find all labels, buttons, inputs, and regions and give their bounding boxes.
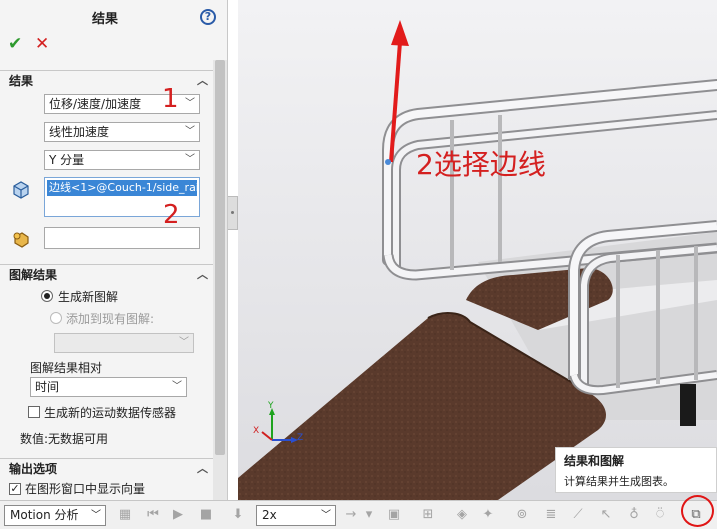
step-2-field-annotation: 2 [163, 200, 180, 230]
results-section-header[interactable]: 结果 ︿ [0, 70, 214, 90]
new-sensor-label: 生成新的运动数据传感器 [44, 406, 177, 420]
chevron-down-icon: ﹀ [185, 126, 195, 137]
chevron-down-icon: ﹀ [321, 510, 331, 521]
step-2-view-annotation: 2选择边线 [416, 148, 546, 181]
chevron-down-icon[interactable]: ▾ [364, 507, 374, 523]
close-icon[interactable]: ✕ [35, 34, 49, 54]
chevron-down-icon: ﹀ [185, 98, 195, 109]
motion-toolbar: Motion 分析 ﹀ ▦ ⏮ ▶ ■ ⬇ 2x ﹀ → ▾ ▣ ⊞ ◈ ✦ ⊚… [0, 500, 717, 529]
triad-y-label: Y [268, 401, 274, 411]
tooltip-description: 计算结果并生成图表。 [564, 475, 674, 488]
property-manager-panel: 结果 ? ✔ ✕ 结果 ︿ 位移/速度/加速度 ﹀ 线性加速度 ﹀ Y 分量 ﹀… [0, 0, 228, 500]
selected-edge-item[interactable]: 边线<1>@Couch-1/side_rail [47, 180, 197, 196]
model-scene [238, 0, 717, 500]
chevron-down-icon: ﹀ [185, 154, 195, 165]
output-section-title: 输出选项 [9, 462, 58, 476]
sensor-icon[interactable]: ♁ [626, 507, 642, 523]
damper-icon[interactable]: ⊚ [514, 507, 530, 523]
new-sensor-checkbox[interactable] [28, 406, 40, 418]
show-vector-checkbox[interactable]: ✓ [9, 483, 21, 495]
part-selection-icon [13, 181, 29, 199]
scrollbar-thumb[interactable] [215, 60, 225, 455]
force-icon[interactable]: ⟋ [570, 507, 586, 523]
panel-collapse-handle[interactable] [228, 196, 238, 230]
chevron-up-icon[interactable]: ︿ [197, 459, 208, 479]
chevron-up-icon[interactable]: ︿ [197, 71, 208, 91]
existing-plot-select: ﹀ [54, 333, 194, 353]
subtype-value: 线性加速度 [49, 125, 110, 139]
save-animation-icon[interactable]: ⬇ [230, 507, 246, 523]
playback-speed-value: 2x [262, 508, 277, 522]
motor-icon[interactable]: ◈ [454, 507, 470, 523]
chevron-up-icon[interactable]: ︿ [197, 265, 208, 285]
plot-section-title: 图解结果 [9, 268, 58, 282]
chevron-down-icon: ﹀ [179, 337, 189, 348]
numeric-value-text: 数值:无数据可用 [20, 432, 109, 446]
triad-z-label: Z [297, 433, 304, 443]
relative-to-value: 时间 [35, 380, 60, 394]
reference-input[interactable] [44, 227, 200, 249]
relative-to-label: 图解结果相对 [30, 361, 103, 375]
output-section-header[interactable]: 输出选项 ︿ [0, 458, 214, 478]
checkmark-icon[interactable]: ✔ [8, 34, 22, 54]
study-type-select[interactable]: Motion 分析 ﹀ [4, 505, 106, 526]
add-to-existing-radio[interactable] [50, 312, 62, 324]
chevron-down-icon: ﹀ [91, 510, 101, 521]
add-key-icon[interactable]: ⊞ [420, 507, 436, 523]
show-vector-label: 在图形窗口中显示向量 [25, 482, 146, 496]
mate-icon[interactable]: ⍥ [652, 507, 668, 523]
reference-part-icon [13, 232, 29, 248]
results-button-highlight [681, 495, 714, 527]
gravity-icon[interactable]: ↖ [598, 507, 614, 523]
study-type-value: Motion 分析 [10, 508, 79, 522]
panel-title: 结果 [91, 12, 118, 27]
subtype-select[interactable]: 线性加速度 ﹀ [44, 122, 200, 142]
results-tooltip: 结果和图解 计算结果并生成图表。 [555, 447, 717, 493]
playback-mode-icon[interactable]: → [343, 507, 359, 523]
calculate-icon[interactable]: ▦ [117, 507, 133, 523]
component-value: Y 分量 [49, 153, 85, 167]
add-to-existing-label: 添加到现有图解: [66, 312, 155, 326]
results-section-title: 结果 [9, 74, 34, 88]
playback-speed-select[interactable]: 2x ﹀ [256, 505, 336, 526]
panel-scrollbar[interactable] [213, 60, 227, 500]
help-icon[interactable]: ? [200, 9, 216, 25]
relative-to-select[interactable]: 时间 ﹀ [30, 377, 187, 397]
graphics-viewport[interactable]: Y Z X 2选择边线 [238, 0, 717, 500]
contact-icon[interactable]: ≣ [543, 507, 559, 523]
triad-x-label: X [253, 426, 260, 436]
step-1-annotation: 1 [162, 84, 179, 114]
tooltip-title: 结果和图解 [564, 454, 625, 468]
result-type-value: 位移/速度/加速度 [49, 97, 142, 111]
plot-section-header[interactable]: 图解结果 ︿ [0, 264, 214, 284]
autokey-icon[interactable]: ▣ [386, 507, 402, 523]
new-plot-label: 生成新图解 [58, 290, 119, 304]
new-plot-radio[interactable] [41, 290, 53, 302]
spring-icon[interactable]: ✦ [480, 507, 496, 523]
play-from-start-icon[interactable]: ⏮ [145, 507, 161, 523]
component-select[interactable]: Y 分量 ﹀ [44, 150, 200, 170]
chevron-down-icon: ﹀ [172, 381, 182, 392]
play-icon[interactable]: ▶ [170, 507, 186, 523]
stop-icon[interactable]: ■ [198, 507, 214, 523]
